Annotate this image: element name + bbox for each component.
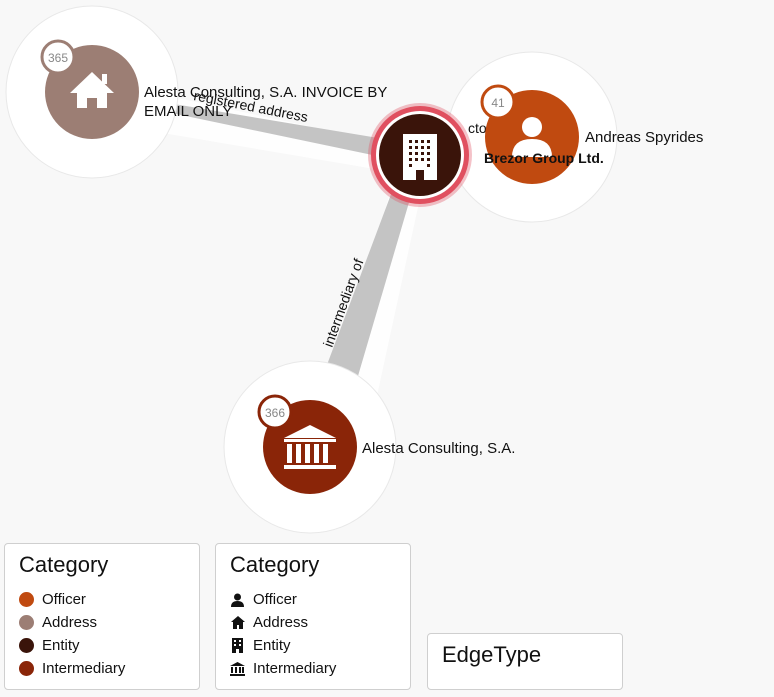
svg-text:366: 366 [265,406,285,420]
officer-color-swatch [19,592,34,607]
entity-color-swatch [19,638,34,653]
entity-node[interactable] [368,103,472,207]
officer-node-label: Andreas Spyrides [585,129,703,146]
address-count-badge: 365 [40,39,76,75]
legend-item-officer[interactable]: Officer [230,588,396,611]
legend-item-intermediary[interactable]: Intermediary [19,657,185,680]
legend-item-address[interactable]: Address [230,611,396,634]
house-icon [230,615,245,630]
address-node-label-line2: EMAIL ONLY [144,103,232,120]
legend-title: Category [19,552,109,577]
person-icon [230,592,245,607]
intermediary-color-swatch [19,661,34,676]
officer-count-badge: 41 [480,84,516,120]
category-color-legend: Category Officer Address Entity Intermed… [4,543,200,690]
legend-item-entity[interactable]: Entity [19,634,185,657]
entity-node-label: Brezor Group Ltd. [484,150,604,166]
legend-item-entity[interactable]: Entity [230,634,396,657]
edge-label-officer: cto [468,120,487,136]
legend-title: EdgeType [442,642,542,667]
legend-item-intermediary[interactable]: Intermediary [230,657,396,680]
svg-text:41: 41 [491,96,505,110]
bank-icon [230,661,245,676]
intermediary-count-badge: 366 [257,394,293,430]
legend-item-officer[interactable]: Officer [19,588,185,611]
address-color-swatch [19,615,34,630]
svg-text:365: 365 [48,51,68,65]
address-node-label-line1: Alesta Consulting, S.A. INVOICE BY [144,84,387,101]
legend-title: Category [230,552,320,577]
building-icon [403,134,437,180]
intermediary-node-label: Alesta Consulting, S.A. [362,440,515,457]
edge-type-legend: EdgeType [427,633,623,690]
building-icon [230,638,245,653]
category-icon-legend: Category Officer Address Entity Intermed… [215,543,411,690]
legend-item-address[interactable]: Address [19,611,185,634]
